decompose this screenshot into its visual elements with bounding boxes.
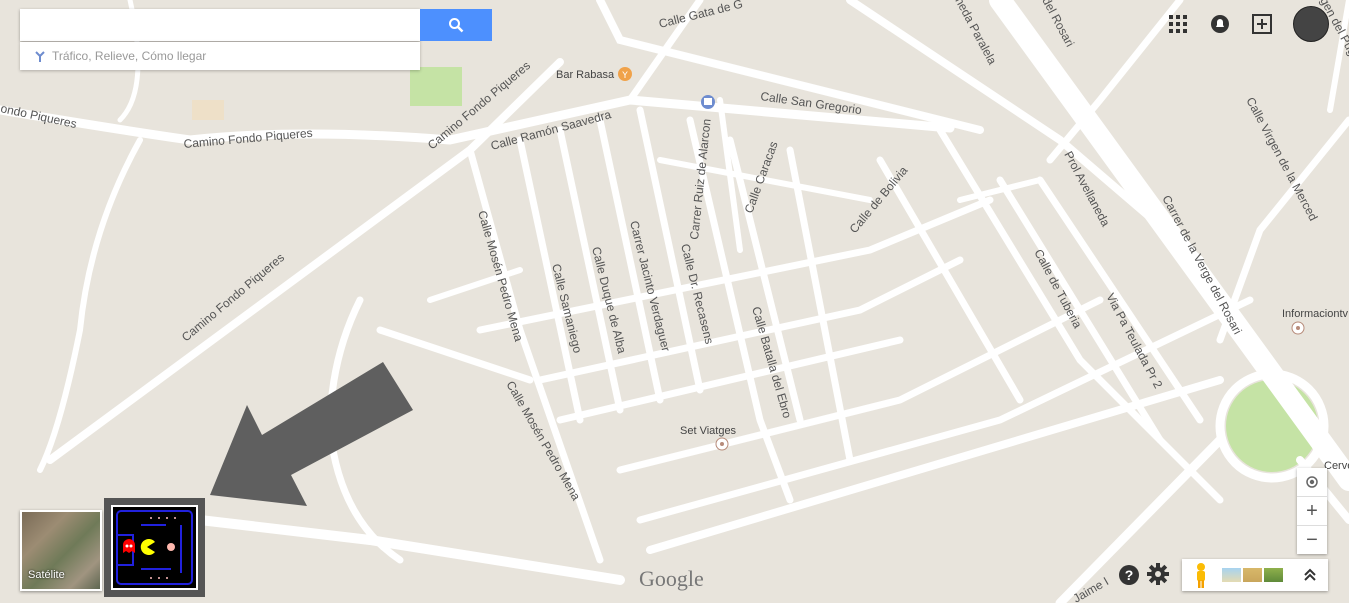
building-area bbox=[192, 100, 224, 120]
directions-icon bbox=[35, 51, 45, 62]
bottom-layer-bar bbox=[1182, 559, 1328, 591]
my-location-icon bbox=[1306, 476, 1318, 488]
svg-text:Bar Rabasa: Bar Rabasa bbox=[556, 69, 615, 81]
layer-thumb-earth[interactable] bbox=[1222, 568, 1241, 582]
poi-cerve[interactable]: Cerve bbox=[1324, 460, 1349, 472]
park-area bbox=[410, 67, 462, 106]
search-button[interactable] bbox=[420, 9, 492, 41]
search-input[interactable] bbox=[20, 9, 420, 41]
share-add-icon[interactable] bbox=[1251, 13, 1273, 35]
my-location-button[interactable] bbox=[1297, 468, 1327, 496]
gear-icon[interactable] bbox=[1147, 563, 1169, 585]
pacman-game-icon bbox=[113, 507, 196, 588]
pacman-tile[interactable] bbox=[104, 498, 205, 597]
help-button[interactable]: ? bbox=[1119, 565, 1139, 585]
search-hint-text: Tráfico, Relieve, Cómo llegar bbox=[52, 49, 207, 63]
zoom-out-button[interactable]: − bbox=[1297, 526, 1327, 554]
zoom-in-button[interactable]: + bbox=[1297, 497, 1327, 525]
satellite-toggle[interactable]: Satélite bbox=[20, 510, 102, 591]
avatar[interactable] bbox=[1293, 6, 1329, 42]
account-toolbar bbox=[1167, 6, 1329, 42]
search-box[interactable] bbox=[20, 9, 420, 41]
svg-text:Informaciontv: Informaciontv bbox=[1282, 308, 1349, 320]
apps-icon[interactable] bbox=[1167, 13, 1189, 35]
notifications-icon[interactable] bbox=[1209, 13, 1231, 35]
svg-text:Set Viatges: Set Viatges bbox=[680, 425, 737, 437]
zoom-controls: + − bbox=[1297, 468, 1327, 554]
poi-bar-rabasa[interactable]: Y Bar Rabasa bbox=[556, 67, 632, 81]
pegman-icon[interactable] bbox=[1186, 561, 1216, 589]
layer-thumb-terrain[interactable] bbox=[1243, 568, 1262, 582]
poi-transit-icon[interactable] bbox=[701, 95, 715, 109]
satellite-label: Satélite bbox=[28, 569, 65, 581]
search-hint[interactable]: Tráfico, Relieve, Cómo llegar bbox=[20, 42, 420, 70]
layer-thumb-photos[interactable] bbox=[1264, 568, 1283, 582]
svg-text:Y: Y bbox=[621, 71, 628, 81]
search-icon bbox=[449, 18, 464, 33]
layer-thumbnails[interactable] bbox=[1222, 568, 1283, 582]
expand-chevron-icon[interactable] bbox=[1303, 568, 1317, 582]
google-logo: Google bbox=[639, 566, 704, 591]
